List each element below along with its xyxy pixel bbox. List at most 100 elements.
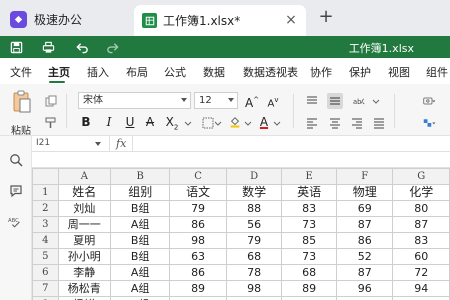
header-cell[interactable]: 化学 (392, 184, 450, 201)
font-family-select[interactable]: 宋体 (78, 92, 191, 109)
subscript-button[interactable]: X2 (164, 114, 180, 131)
header-cell[interactable]: 英语 (281, 184, 337, 201)
increase-font-size-button[interactable]: A^ (245, 92, 259, 110)
table-cell[interactable]: 杨锐 (57, 296, 112, 300)
table-cell[interactable]: 杨松青 (57, 280, 112, 297)
comment-icon[interactable] (9, 184, 23, 198)
table-cell[interactable]: 68 (281, 264, 337, 281)
table-cell[interactable]: 周一一 (57, 216, 112, 233)
menu-collaborate[interactable]: 协作 (310, 64, 332, 80)
menu-data[interactable]: 数据 (203, 64, 225, 80)
table-cell[interactable]: B组 (110, 232, 171, 249)
table-cell[interactable]: A组 (110, 216, 171, 233)
chevron-down-icon[interactable] (372, 94, 380, 108)
row-header[interactable]: 7 (32, 280, 59, 297)
table-cell[interactable]: 69 (335, 200, 394, 217)
table-cell[interactable]: 89 (281, 280, 337, 297)
undo-icon[interactable] (74, 39, 90, 55)
menu-file[interactable]: 文件 (10, 64, 32, 80)
conditional-format-icon[interactable] (420, 116, 438, 130)
table-cell[interactable]: 73 (281, 248, 337, 265)
document-tab[interactable]: 工作簿1.xlsx* × (134, 5, 306, 36)
table-cell[interactable]: 86 (335, 232, 394, 249)
name-box[interactable]: I21 (32, 136, 110, 152)
chevron-down-icon[interactable] (184, 116, 192, 130)
header-cell[interactable]: 组别 (110, 184, 171, 201)
save-icon[interactable] (8, 39, 24, 55)
column-header-a[interactable]: A (57, 168, 112, 185)
table-cell[interactable]: 86 (169, 264, 227, 281)
column-header-d[interactable]: D (225, 168, 283, 185)
chevron-down-icon[interactable] (273, 116, 281, 130)
table-cell[interactable]: B组 (110, 296, 171, 300)
table-cell[interactable]: 李静 (57, 264, 112, 281)
table-cell[interactable]: 70 (281, 296, 337, 300)
column-header-b[interactable]: B (110, 168, 171, 185)
table-cell[interactable]: 87 (335, 264, 394, 281)
menu-protect[interactable]: 保护 (349, 64, 371, 80)
number-format-icon[interactable] (420, 94, 438, 108)
column-header-f[interactable]: F (335, 168, 394, 185)
search-icon[interactable] (9, 153, 23, 167)
table-cell[interactable]: 78 (225, 264, 283, 281)
menu-view[interactable]: 视图 (388, 64, 410, 80)
table-cell[interactable]: 74 (225, 296, 283, 300)
table-cell[interactable]: 98 (225, 280, 283, 297)
copy-icon[interactable] (44, 94, 58, 108)
table-cell[interactable]: 83 (392, 232, 450, 249)
table-cell[interactable]: 68 (225, 248, 283, 265)
table-cell[interactable]: 86 (169, 216, 227, 233)
align-left-icon[interactable] (305, 116, 319, 130)
table-cell[interactable]: 96 (335, 280, 394, 297)
borders-icon[interactable] (201, 116, 215, 130)
menu-home[interactable]: 主页 (48, 64, 70, 80)
row-header[interactable]: 4 (32, 232, 59, 249)
row-header[interactable]: 6 (32, 264, 59, 281)
row-header[interactable]: 8 (32, 296, 59, 300)
strikethrough-button[interactable]: A (144, 114, 156, 130)
header-cell[interactable]: 数学 (225, 184, 283, 201)
spellcheck-icon[interactable]: ABC (8, 215, 24, 229)
table-cell[interactable]: B组 (110, 248, 171, 265)
fill-color-icon[interactable] (228, 114, 242, 130)
italic-button[interactable]: I (103, 114, 115, 130)
column-header-e[interactable]: E (281, 168, 337, 185)
table-cell[interactable]: 60 (392, 248, 450, 265)
table-cell[interactable]: 79 (225, 232, 283, 249)
align-top-icon[interactable] (305, 94, 319, 108)
column-header-g[interactable]: G (392, 168, 450, 185)
font-size-select[interactable]: 12 (194, 92, 238, 109)
table-cell[interactable]: 87 (335, 216, 394, 233)
chevron-down-icon[interactable] (214, 116, 222, 130)
column-header-c[interactable]: C (169, 168, 227, 185)
table-cell[interactable]: 56 (225, 216, 283, 233)
table-cell[interactable]: 孙小明 (57, 248, 112, 265)
table-cell[interactable]: 刘灿 (57, 200, 112, 217)
align-center-icon[interactable] (328, 116, 342, 130)
table-cell[interactable]: 83 (281, 200, 337, 217)
bold-button[interactable]: B (80, 114, 92, 130)
table-cell[interactable]: 80 (392, 200, 450, 217)
table-cell[interactable]: 63 (392, 296, 450, 300)
row-header[interactable]: 1 (32, 184, 59, 201)
table-cell[interactable]: 63 (169, 248, 227, 265)
table-cell[interactable]: 94 (392, 280, 450, 297)
row-header[interactable]: 3 (32, 216, 59, 233)
align-right-icon[interactable] (350, 116, 364, 130)
menu-pivot-table[interactable]: 数据透视表 (243, 64, 298, 80)
table-cell[interactable]: 98 (169, 232, 227, 249)
text-orientation-icon[interactable]: ab (350, 94, 368, 108)
header-cell[interactable]: 语文 (169, 184, 227, 201)
underline-button[interactable]: U (124, 114, 136, 130)
font-color-button[interactable]: A (258, 114, 270, 130)
align-middle-icon[interactable] (327, 93, 343, 109)
paste-button[interactable]: 粘贴 (10, 90, 36, 137)
menu-insert[interactable]: 插入 (87, 64, 109, 80)
menu-formulas[interactable]: 公式 (164, 64, 186, 80)
close-tab-icon[interactable]: × (284, 13, 298, 27)
table-cell[interactable]: 88 (225, 200, 283, 217)
formula-input[interactable] (132, 136, 450, 152)
table-cell[interactable]: 79 (169, 200, 227, 217)
table-cell[interactable]: 85 (281, 232, 337, 249)
format-painter-icon[interactable] (44, 116, 58, 130)
